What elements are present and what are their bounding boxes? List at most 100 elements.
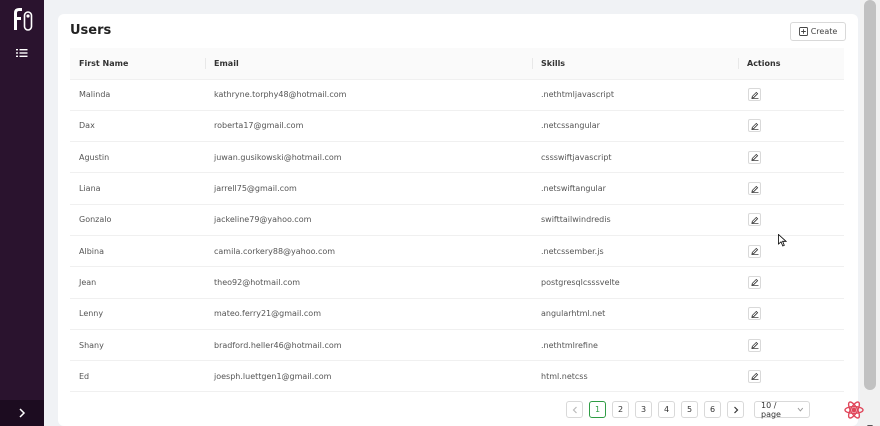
edit-button[interactable] (748, 150, 761, 164)
cell-actions (738, 329, 844, 362)
edit-button[interactable] (748, 119, 761, 133)
edit-icon (750, 91, 758, 99)
edit-icon (750, 373, 758, 381)
cell-first-name: Shany (70, 329, 205, 362)
chevron-right-icon (19, 408, 26, 418)
page-size-value: 10 / page (761, 400, 781, 419)
chevron-down-icon (797, 407, 804, 412)
edit-icon (750, 341, 758, 349)
cell-first-name: Lenny (70, 298, 205, 330)
table-row: Agustin juwan.gusikowski@hotmail.com csssw… (70, 141, 844, 174)
cell-email: roberta17@gmail.com (205, 110, 532, 143)
edit-button[interactable] (748, 244, 761, 258)
edit-button[interactable] (748, 275, 761, 289)
plus-square-icon (798, 27, 808, 36)
cell-skills: .netcssember.js (532, 235, 738, 268)
react-icon[interactable] (844, 400, 864, 420)
scroll-down-arrow-icon[interactable] (866, 416, 874, 426)
create-button[interactable]: Create (790, 22, 846, 41)
chevron-right-icon (733, 406, 738, 413)
table-row: Jean theo92@hotmail.com postgresqlcsssvelt… (70, 266, 844, 299)
sider-collapse-button[interactable] (0, 400, 44, 426)
column-header-first-name[interactable]: First Name (70, 48, 205, 80)
users-table: First Name Email Skills Actions Malinda k… (70, 48, 844, 393)
mouse-cursor-icon (778, 232, 788, 247)
cell-skills: angularhtml.net (532, 298, 738, 330)
edit-icon (750, 185, 758, 193)
cell-actions (738, 266, 844, 299)
pagination: 123456 10 / page (566, 400, 810, 419)
cell-first-name: Liana (70, 172, 205, 205)
page-number-list: 123456 (589, 401, 721, 418)
edit-icon (750, 122, 758, 130)
scrollbar-thumb[interactable] (864, 0, 876, 390)
table-header-row: First Name Email Skills Actions (70, 48, 844, 80)
table-row: Ed joesph.luettgen1@gmail.com html.netcss (70, 360, 844, 393)
cell-first-name: Dax (70, 110, 205, 143)
page-size-select[interactable]: 10 / page (754, 400, 810, 419)
page-button-3[interactable]: 3 (635, 401, 652, 418)
table-row: Albina camila.corkery88@yahoo.com .netcsse… (70, 235, 844, 268)
cell-actions (738, 79, 844, 111)
table-row: Lenny mateo.ferry21@gmail.com angularhtml.… (70, 298, 844, 330)
cell-actions (738, 235, 844, 268)
edit-button[interactable] (748, 213, 761, 227)
cell-first-name: Malinda (70, 79, 205, 111)
edit-icon (750, 247, 758, 256)
cell-email: bradford.heller46@hotmail.com (205, 329, 532, 362)
table-row: Dax roberta17@gmail.com .netcssangular (70, 110, 844, 143)
cell-email: joesph.luettgen1@gmail.com (205, 360, 532, 393)
cell-email: jarrell75@gmail.com (205, 172, 532, 205)
cell-actions (738, 172, 844, 205)
table-row: Gonzalo jackeline79@yahoo.com swifttailwin… (70, 204, 844, 236)
cell-skills: swifttailwindredis (532, 204, 738, 236)
column-header-skills[interactable]: Skills (532, 48, 738, 80)
cell-actions (738, 298, 844, 330)
page-button-6[interactable]: 6 (704, 401, 721, 418)
page-button-4[interactable]: 4 (658, 401, 675, 418)
edit-button[interactable] (748, 369, 761, 383)
page-button-5[interactable]: 5 (681, 401, 698, 418)
edit-button[interactable] (748, 88, 761, 102)
cell-actions (738, 204, 844, 236)
cell-email: jackeline79@yahoo.com (205, 204, 532, 236)
cell-first-name: Gonzalo (70, 204, 205, 236)
next-page-button[interactable] (727, 401, 744, 418)
cell-skills: cssswiftjavascript (532, 141, 738, 174)
cell-actions (738, 360, 844, 393)
cell-email: theo92@hotmail.com (205, 266, 532, 299)
table-row: Malinda kathryne.torphy48@hotmail.com .net… (70, 79, 844, 111)
cell-first-name: Ed (70, 360, 205, 393)
cell-skills: .netswiftangular (532, 172, 738, 205)
edit-button[interactable] (748, 307, 761, 321)
cell-skills: .netcssangular (532, 110, 738, 143)
page-scrollbar[interactable] (860, 0, 880, 426)
sidebar (0, 0, 44, 426)
cell-skills: postgresqlcsssvelte (532, 266, 738, 299)
chevron-left-icon (572, 406, 577, 413)
cell-email: kathryne.torphy48@hotmail.com (205, 79, 532, 111)
cell-skills: html.netcss (532, 360, 738, 393)
page-button-2[interactable]: 2 (612, 401, 629, 418)
create-button-label: Create (810, 27, 838, 36)
users-list-card: Users Create First Name Email Skills Act… (58, 14, 858, 426)
cell-actions (738, 110, 844, 143)
table-row: Shany bradford.heller46@hotmail.com .netht… (70, 329, 844, 362)
list-icon[interactable] (16, 44, 28, 57)
edit-icon (750, 310, 758, 318)
edit-icon (750, 279, 758, 287)
page-button-1[interactable]: 1 (589, 401, 606, 418)
edit-button[interactable] (748, 182, 761, 196)
edit-button[interactable] (748, 338, 761, 352)
prev-page-button[interactable] (566, 401, 583, 418)
column-header-actions: Actions (738, 48, 844, 80)
cell-first-name: Agustin (70, 141, 205, 174)
table-row: Liana jarrell75@gmail.com .netswiftangular (70, 172, 844, 205)
cell-skills: .nethtmlrefine (532, 329, 738, 362)
cell-email: juwan.gusikowski@hotmail.com (205, 141, 532, 174)
column-header-email[interactable]: Email (205, 48, 532, 80)
refine-logo[interactable] (11, 6, 35, 32)
cell-email: camila.corkery88@yahoo.com (205, 235, 532, 268)
main-content: Users Create First Name Email Skills Act… (44, 0, 880, 426)
edit-icon (750, 216, 758, 224)
